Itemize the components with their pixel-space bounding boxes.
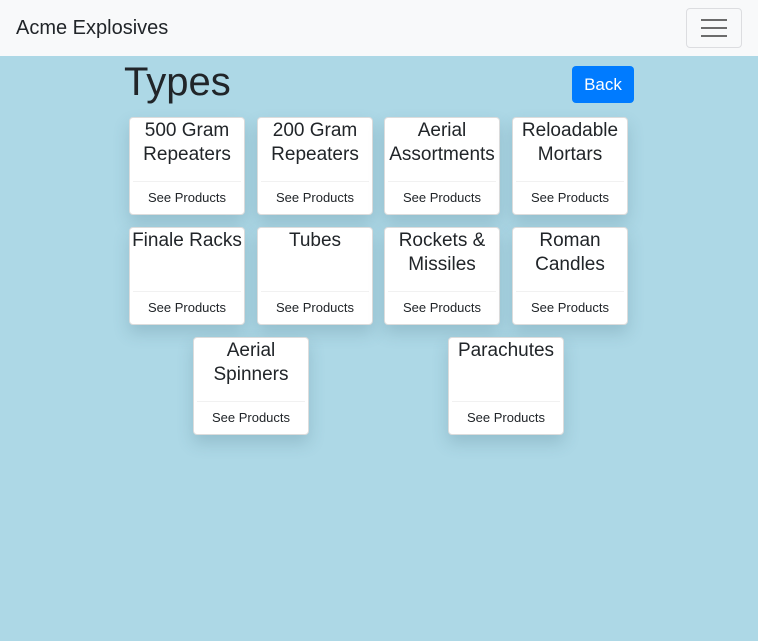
type-card-title: Aerial Assortments [389,120,495,165]
see-products-link[interactable]: See Products [197,401,305,434]
type-card: Aerial Spinners See Products [193,337,309,435]
back-button[interactable]: Back [572,66,634,103]
type-card: Roman Candles See Products [512,227,628,325]
type-card-title: Parachutes [457,340,555,361]
type-card: Tubes See Products [257,227,373,325]
hamburger-menu-icon [701,19,727,37]
see-products-link[interactable]: See Products [261,181,369,214]
type-card: 500 Gram Repeaters See Products [129,117,245,215]
see-products-link[interactable]: See Products [133,181,241,214]
navbar: Acme Explosives [0,0,758,56]
type-card: Parachutes See Products [448,337,564,435]
type-card: Reloadable Mortars See Products [512,117,628,215]
type-card: Aerial Assortments See Products [384,117,500,215]
type-card-title: Aerial Spinners [213,340,289,385]
page-title: Types [124,60,231,104]
see-products-link[interactable]: See Products [388,181,496,214]
see-products-link[interactable]: See Products [452,401,560,434]
type-card: Rockets & Missiles See Products [384,227,500,325]
see-products-link[interactable]: See Products [388,291,496,324]
type-card-title: Roman Candles [535,230,605,275]
type-card-title: 200 Gram Repeaters [271,120,359,165]
type-card: Finale Racks See Products [129,227,245,325]
see-products-link[interactable]: See Products [516,291,624,324]
navbar-toggler-button[interactable] [686,8,742,48]
navbar-brand[interactable]: Acme Explosives [16,16,168,40]
type-card-title: Rockets & Missiles [398,230,486,275]
type-card-title: Finale Racks [132,230,242,251]
see-products-link[interactable]: See Products [516,181,624,214]
type-card-title: Tubes [288,230,342,251]
type-card: 200 Gram Repeaters See Products [257,117,373,215]
see-products-link[interactable]: See Products [261,291,369,324]
type-card-title: Reloadable Mortars [521,120,619,165]
see-products-link[interactable]: See Products [133,291,241,324]
type-card-title: 500 Gram Repeaters [143,120,231,165]
